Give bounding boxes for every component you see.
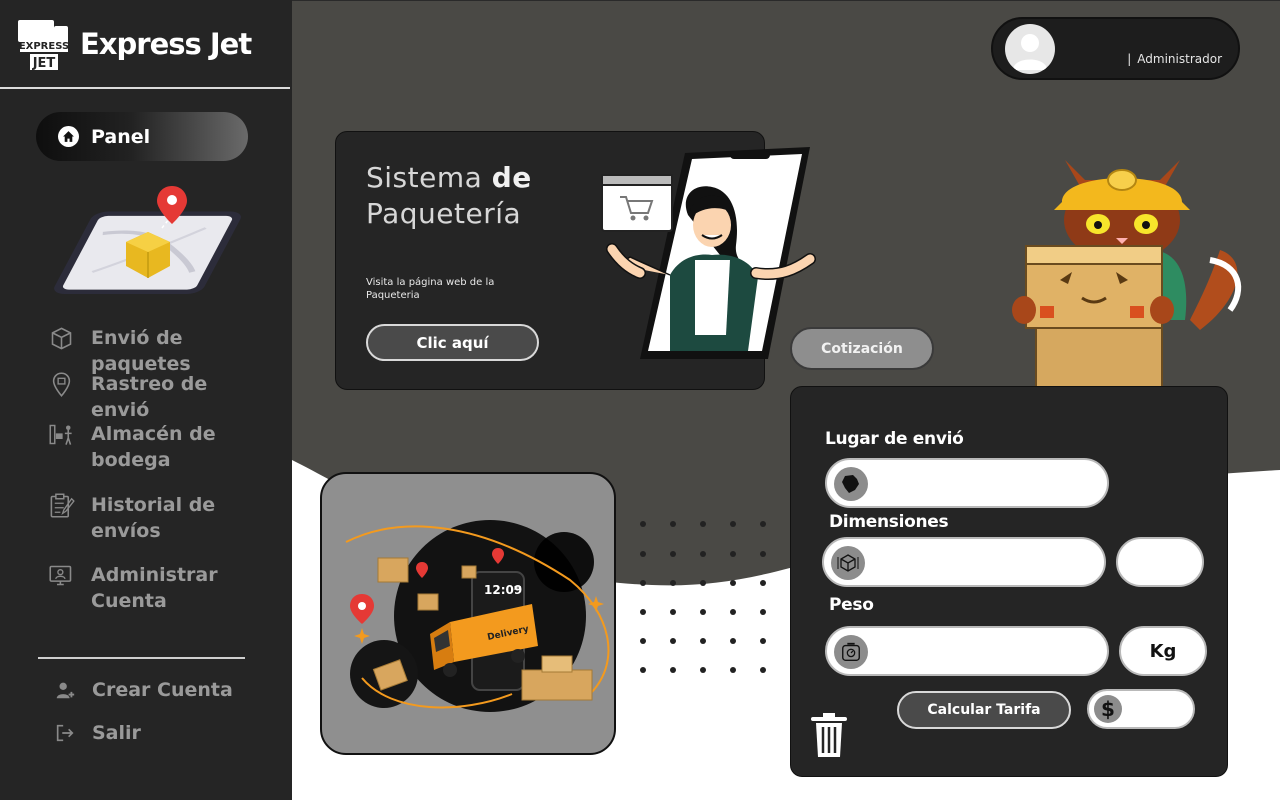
sidebar-item-label: Administrar Cuenta bbox=[91, 564, 218, 612]
price-output: $ bbox=[1087, 689, 1195, 729]
sidebar-item-label: Crear Cuenta bbox=[92, 679, 233, 701]
quote-button[interactable]: Cotización bbox=[790, 327, 934, 370]
brand[interactable]: EXPRESS JET Express Jet bbox=[16, 16, 252, 72]
sidebar-item-label: Rastreo de envió bbox=[91, 373, 208, 421]
user-avatar-icon bbox=[1013, 34, 1047, 70]
weight-unit-field[interactable]: Kg bbox=[1119, 626, 1207, 676]
visit-website-button[interactable]: Clic aquí bbox=[366, 324, 539, 361]
trash-icon[interactable] bbox=[809, 711, 849, 759]
sidebar-item-envio-paquetes[interactable]: Envió de paquetes bbox=[48, 325, 271, 377]
sidebar-item-label: Almacén de bodega bbox=[91, 423, 216, 471]
sidebar-divider bbox=[0, 87, 290, 89]
dimensions-extra-field[interactable] bbox=[1116, 537, 1204, 587]
dollar-icon: $ bbox=[1094, 695, 1122, 723]
weight-label: Peso bbox=[829, 595, 874, 615]
logo-text-top: EXPRESS bbox=[19, 41, 69, 52]
phone-shopping-illustration bbox=[601, 147, 816, 359]
package-icon bbox=[51, 327, 72, 350]
clipboard-icon bbox=[50, 493, 75, 518]
sidebar: EXPRESS JET Express Jet Panel Envió de p… bbox=[0, 0, 292, 800]
express-jet-logo-icon: EXPRESS JET bbox=[18, 20, 69, 71]
calculate-rate-button[interactable]: Calcular Tarifa bbox=[897, 691, 1071, 729]
dimensions-box-icon bbox=[831, 546, 865, 580]
delivery-truck-illustration: 12:09 PM Delivery bbox=[345, 520, 610, 712]
add-user-icon bbox=[56, 682, 75, 699]
brand-name: Express Jet bbox=[80, 27, 252, 61]
sidebar-item-salir[interactable]: Salir bbox=[54, 720, 272, 746]
sidebar-divider bbox=[38, 657, 245, 659]
user-role: Administrador bbox=[1127, 52, 1222, 66]
location-pin-icon bbox=[52, 372, 71, 397]
sidebar-item-almacen-bodega[interactable]: Almacén de bodega bbox=[48, 421, 271, 473]
hero-title-line2: Paquetería bbox=[366, 197, 522, 230]
scale-icon bbox=[834, 635, 868, 669]
quote-form: Lugar de envió Dimensiones Peso Kg Calcu… bbox=[790, 386, 1228, 777]
warehouse-icon bbox=[49, 424, 72, 445]
account-settings-icon bbox=[49, 565, 72, 586]
sidebar-item-label: Salir bbox=[92, 722, 141, 744]
logout-icon bbox=[56, 724, 74, 742]
hero-subtitle: Visita la página web de la Paqueteria bbox=[366, 277, 495, 301]
dot-grid-decoration bbox=[640, 521, 766, 673]
home-icon bbox=[58, 126, 79, 147]
hero-title-word1: Sistema bbox=[366, 161, 483, 194]
origin-input[interactable] bbox=[875, 468, 1071, 498]
header-border bbox=[292, 0, 1280, 1]
origin-label: Lugar de envió bbox=[825, 429, 964, 449]
delivery-illustration-card: 12:09 PM Delivery bbox=[320, 472, 616, 755]
sidebar-item-rastreo-envio[interactable]: Rastreo de envió bbox=[48, 371, 271, 423]
hero-title-word2: de bbox=[491, 161, 532, 194]
sidebar-item-historial-envios[interactable]: Historial de envíos bbox=[48, 492, 271, 544]
logo-text-bottom: JET bbox=[32, 56, 56, 71]
phone-time-suffix: PM bbox=[514, 586, 521, 592]
hero-title: Sistema de Paquetería bbox=[366, 160, 532, 232]
cat-courier-illustration bbox=[1012, 160, 1242, 389]
sidebar-item-label: Historial de envíos bbox=[91, 494, 216, 542]
dimensions-input[interactable] bbox=[872, 547, 1068, 577]
map-region-icon bbox=[834, 467, 868, 501]
avatar[interactable] bbox=[1005, 24, 1055, 74]
weight-field[interactable] bbox=[825, 626, 1109, 676]
weight-input[interactable] bbox=[875, 636, 1071, 666]
user-profile[interactable]: Administrador bbox=[991, 17, 1240, 80]
sidebar-item-administrar-cuenta[interactable]: Administrar Cuenta bbox=[48, 562, 271, 614]
sidebar-item-panel[interactable]: Panel bbox=[36, 112, 248, 161]
dimensions-label: Dimensiones bbox=[829, 512, 949, 532]
sidebar-item-panel-label: Panel bbox=[91, 125, 151, 148]
sidebar-item-crear-cuenta[interactable]: Crear Cuenta bbox=[54, 677, 272, 703]
phone-map-illustration bbox=[54, 186, 241, 295]
sidebar-item-label: Envió de paquetes bbox=[91, 327, 191, 375]
dimensions-field[interactable] bbox=[822, 537, 1106, 587]
origin-field[interactable] bbox=[825, 458, 1109, 508]
